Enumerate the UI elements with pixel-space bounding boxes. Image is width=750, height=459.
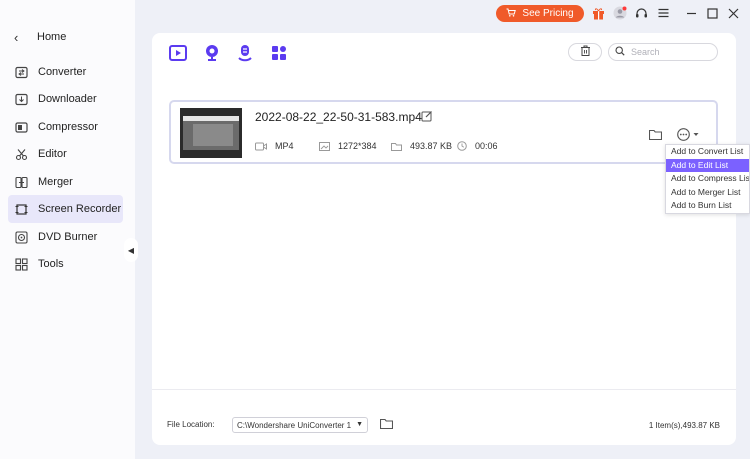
menu-item-add-to-convert-list[interactable]: Add to Convert List xyxy=(666,145,749,159)
merger-icon xyxy=(15,176,28,189)
sidebar-item-label: Compressor xyxy=(38,121,98,133)
sidebar-item-dvd-burner[interactable]: DVD Burner xyxy=(8,223,123,251)
chevron-down-icon: ▼ xyxy=(356,421,363,428)
tab-screen-record[interactable] xyxy=(169,44,187,62)
sidebar-item-label: Merger xyxy=(38,176,73,188)
trash-icon xyxy=(580,45,591,59)
downloader-icon xyxy=(15,93,28,106)
file-resolution: 1272*384 xyxy=(338,141,377,151)
minimize-icon[interactable] xyxy=(684,6,698,20)
format-info: MP4 xyxy=(255,141,294,151)
context-menu: Add to Convert List Add to Edit List Add… xyxy=(665,144,750,214)
sidebar-item-label: Editor xyxy=(38,148,67,160)
sidebar-item-downloader[interactable]: Downloader xyxy=(8,85,123,113)
home-button[interactable]: ‹ Home xyxy=(14,29,66,45)
search-input[interactable] xyxy=(631,47,711,57)
search-icon xyxy=(615,45,625,59)
main-panel: 2022-08-22_22-50-31-583.mp4 MP4 1272*384… xyxy=(152,33,736,445)
file-location-label: File Location: xyxy=(167,420,215,429)
footer-divider xyxy=(152,389,736,390)
sidebar: ‹ Home Converter Downloader Compressor E… xyxy=(0,0,135,459)
sidebar-item-label: Downloader xyxy=(38,93,97,105)
sidebar-item-editor[interactable]: Editor xyxy=(8,140,123,168)
video-format-icon xyxy=(255,142,267,151)
menu-item-add-to-burn-list[interactable]: Add to Burn List xyxy=(666,199,749,213)
home-label: Home xyxy=(37,31,67,43)
resolution-info: 1272*384 xyxy=(319,141,377,151)
avatar[interactable] xyxy=(613,6,627,20)
cart-icon xyxy=(506,8,517,20)
dvd-burner-icon xyxy=(15,230,28,244)
delete-button[interactable] xyxy=(568,43,602,61)
file-size: 493.87 KB xyxy=(410,141,453,151)
rename-edit-icon[interactable] xyxy=(421,110,433,125)
file-location-value: C:\Wondershare UniConverter 1 xyxy=(237,420,352,430)
duration-info: 00:06 xyxy=(457,141,498,151)
sidebar-item-compressor[interactable]: Compressor xyxy=(8,113,123,141)
screen-recorder-icon xyxy=(15,203,28,216)
tab-more-tools[interactable] xyxy=(270,44,288,62)
file-name: 2022-08-22_22-50-31-583.mp4 xyxy=(255,110,422,124)
size-info: 493.87 KB xyxy=(391,141,452,151)
sidebar-item-screen-recorder[interactable]: Screen Recorder xyxy=(8,195,123,223)
sidebar-item-label: Screen Recorder xyxy=(38,203,122,215)
sidebar-item-label: Tools xyxy=(38,258,64,270)
gift-icon[interactable] xyxy=(591,6,605,20)
menu-icon[interactable] xyxy=(656,6,670,20)
file-location-select[interactable]: C:\Wondershare UniConverter 1 ▼ xyxy=(232,417,368,433)
close-icon[interactable] xyxy=(726,6,740,20)
sidebar-item-converter[interactable]: Converter xyxy=(8,58,123,86)
file-format: MP4 xyxy=(275,141,294,151)
back-chevron-icon: ‹ xyxy=(14,29,19,45)
converter-icon xyxy=(15,66,28,79)
open-folder-icon[interactable] xyxy=(648,129,663,143)
tab-webcam-record[interactable] xyxy=(203,44,221,62)
tab-audio-record[interactable] xyxy=(236,44,254,62)
folder-size-icon xyxy=(391,142,402,151)
editor-icon xyxy=(15,148,28,161)
file-card[interactable]: 2022-08-22_22-50-31-583.mp4 MP4 1272*384… xyxy=(169,100,718,164)
maximize-icon[interactable] xyxy=(705,6,719,20)
see-pricing-label: See Pricing xyxy=(522,8,574,19)
thumbnail-preview xyxy=(183,116,239,150)
see-pricing-button[interactable]: See Pricing xyxy=(496,5,584,22)
clock-icon xyxy=(457,141,467,151)
resolution-icon xyxy=(319,141,330,151)
collapse-sidebar-button[interactable]: ◀ xyxy=(124,238,138,262)
chevron-left-icon: ◀ xyxy=(127,245,135,255)
sidebar-item-tools[interactable]: Tools xyxy=(8,250,123,278)
menu-item-add-to-edit-list[interactable]: Add to Edit List xyxy=(666,158,749,173)
more-options-button[interactable] xyxy=(677,128,699,141)
open-output-folder-icon[interactable] xyxy=(379,418,394,432)
tools-icon xyxy=(15,257,28,271)
sidebar-item-label: Converter xyxy=(38,66,87,78)
file-duration: 00:06 xyxy=(475,141,498,151)
search-box[interactable] xyxy=(608,43,718,61)
sidebar-item-label: DVD Burner xyxy=(38,231,98,243)
support-headset-icon[interactable] xyxy=(634,6,648,20)
video-thumbnail[interactable] xyxy=(180,108,242,158)
items-summary: 1 Item(s),493.87 KB xyxy=(648,421,720,430)
compressor-icon xyxy=(15,121,28,134)
menu-item-add-to-merger-list[interactable]: Add to Merger List xyxy=(666,186,749,200)
sidebar-item-merger[interactable]: Merger xyxy=(8,168,123,196)
menu-item-add-to-compress-list[interactable]: Add to Compress List xyxy=(666,172,749,186)
